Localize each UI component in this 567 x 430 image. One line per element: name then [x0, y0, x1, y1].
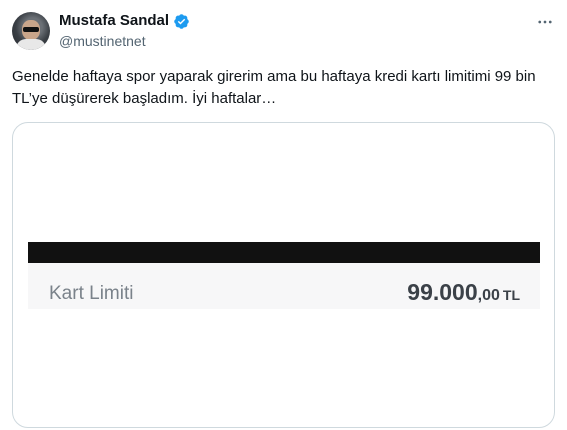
- avatar[interactable]: [12, 12, 50, 50]
- card-limit-screenshot[interactable]: Kart Limiti 99.000,00 TL: [28, 242, 540, 309]
- card-limit-amount: 99.000,00 TL: [407, 279, 520, 309]
- amount-decimal: ,00: [477, 287, 500, 304]
- screenshot-top-bar: [28, 242, 540, 263]
- avatar-sunglasses: [23, 27, 39, 32]
- amount-currency: TL: [502, 287, 520, 303]
- amount-integer: 99.000: [407, 279, 478, 305]
- author-handle[interactable]: @mustinetnet: [59, 33, 146, 50]
- card-limit-label: Kart Limiti: [49, 283, 134, 304]
- avatar-shirt: [16, 39, 46, 50]
- author-name-row: Mustafa Sandal: [59, 12, 190, 30]
- tweet-card[interactable]: Mustafa Sandal @mustinetnet Genelde haft…: [0, 0, 567, 430]
- screenshot-content: Kart Limiti 99.000,00 TL: [28, 263, 540, 309]
- author-display-name[interactable]: Mustafa Sandal: [59, 12, 169, 30]
- tweet-media[interactable]: Kart Limiti 99.000,00 TL: [12, 122, 555, 428]
- tweet-text: Genelde haftaya spor yaparak girerim ama…: [12, 68, 536, 107]
- more-options-icon[interactable]: [535, 12, 555, 32]
- verified-badge-icon[interactable]: [173, 13, 190, 30]
